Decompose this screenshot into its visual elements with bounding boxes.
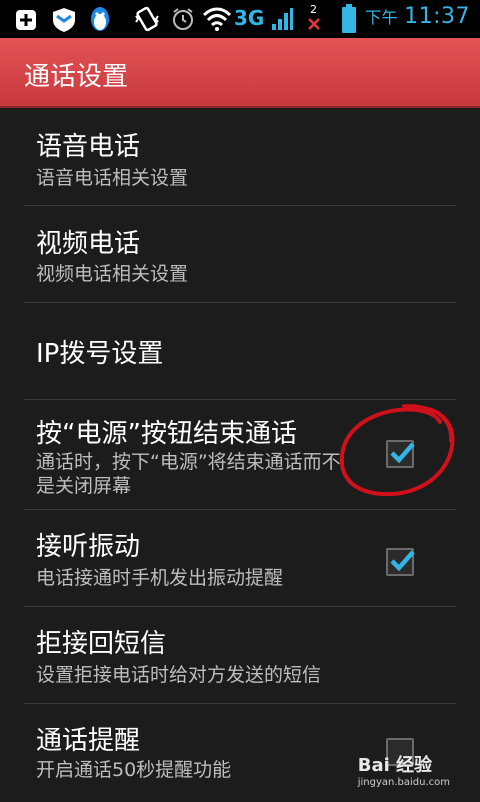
action-bar: 通话设置 bbox=[0, 38, 480, 108]
setting-label: IP拨号设置 bbox=[36, 339, 164, 369]
page-title: 通话设置 bbox=[24, 62, 129, 92]
clock: 下午 11:37 bbox=[365, 4, 470, 29]
wifi-icon bbox=[202, 7, 232, 31]
setting-summary: 电话接通时手机发出振动提醒 bbox=[36, 567, 284, 589]
watermark-url: jingyan.baidu.com bbox=[357, 777, 450, 788]
setting-voice-call[interactable]: 语音电话 语音电话相关设置 bbox=[24, 108, 456, 206]
time-label: 11:37 bbox=[404, 4, 470, 29]
vibrate-checkbox[interactable] bbox=[386, 548, 415, 576]
sim2-badge: 2 bbox=[310, 3, 317, 16]
setting-summary: 设置拒接电话时给对方发送的短信 bbox=[36, 664, 322, 686]
setting-ip-dialing[interactable]: IP拨号设置 bbox=[24, 303, 456, 400]
setting-power-button-ends-call[interactable]: 按“电源”按钮结束通话 通话时，按下“电源”将结束通话而不是关闭屏幕 bbox=[24, 400, 456, 510]
setting-video-call[interactable]: 视频电话 视频电话相关设置 bbox=[24, 206, 456, 303]
no-signal-icon bbox=[308, 18, 320, 30]
baidu-jingyan-watermark: Bai 经验 jingyan.baidu.com bbox=[358, 751, 450, 788]
qq-penguin-icon bbox=[91, 7, 109, 31]
setting-label: 按“电源”按钮结束通话 bbox=[36, 419, 297, 449]
status-bar: 3G 2 下午 11:37 bbox=[0, 0, 480, 38]
setting-summary: 通话时，按下“电源”将结束通话而不是关闭屏幕 bbox=[36, 451, 341, 497]
ampm-label: 下午 bbox=[365, 8, 399, 27]
vibrate-icon bbox=[135, 6, 159, 32]
alarm-clock-icon bbox=[173, 8, 193, 30]
setting-label: 接听振动 bbox=[36, 532, 141, 562]
watermark-brand: Bai 经验 bbox=[357, 755, 433, 776]
checkmark-icon bbox=[390, 442, 415, 464]
setting-label: 语音电话 bbox=[36, 132, 141, 162]
setting-label: 通话提醒 bbox=[36, 726, 141, 756]
power-end-call-checkbox[interactable] bbox=[386, 440, 415, 468]
setting-summary: 开启通话50秒提醒功能 bbox=[36, 759, 232, 781]
setting-summary: 语音电话相关设置 bbox=[36, 167, 189, 189]
network-type-label: 3G bbox=[234, 6, 265, 30]
setting-label: 拒接回短信 bbox=[36, 629, 167, 659]
signal-strength-icon bbox=[272, 8, 293, 30]
battery-icon bbox=[342, 4, 356, 33]
checkmark-icon bbox=[390, 550, 415, 572]
setting-reject-sms[interactable]: 拒接回短信 设置拒接电话时给对方发送的短信 bbox=[24, 607, 456, 704]
setting-label: 视频电话 bbox=[36, 229, 141, 259]
add-notification-icon bbox=[16, 10, 36, 30]
settings-list: 语音电话 语音电话相关设置 视频电话 视频电话相关设置 IP拨号设置 按“电源”… bbox=[0, 108, 480, 802]
setting-answer-vibrate[interactable]: 接听振动 电话接通时手机发出振动提醒 bbox=[24, 510, 456, 607]
security-app-icon bbox=[53, 8, 75, 32]
setting-summary: 视频电话相关设置 bbox=[36, 263, 189, 285]
